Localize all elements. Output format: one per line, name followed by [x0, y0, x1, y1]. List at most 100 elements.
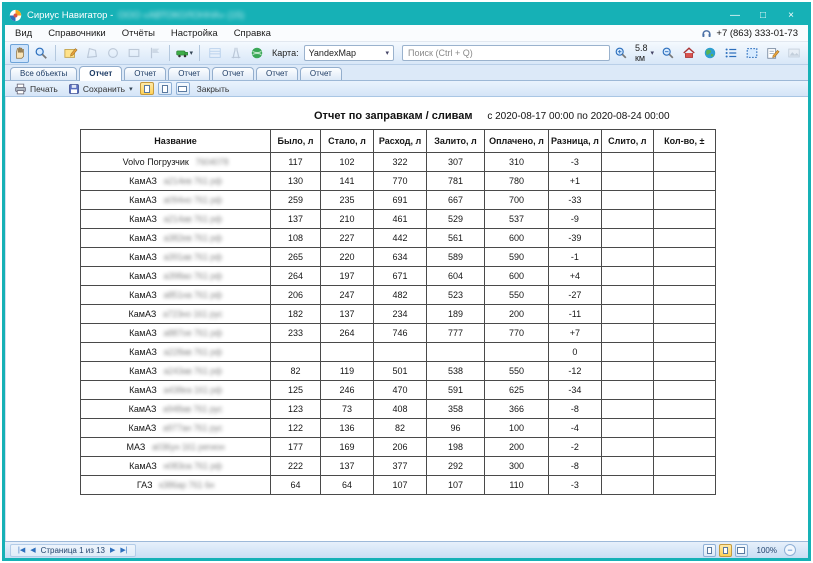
single-page-view-button[interactable] [140, 82, 154, 95]
maximize-button[interactable]: □ [756, 10, 770, 21]
filled-cell: 667 [427, 191, 485, 210]
was-cell: 177 [271, 438, 321, 457]
print-button[interactable]: Печать [11, 82, 61, 96]
menu-bar: Вид Справочники Отчёты Настройка Справка… [5, 25, 808, 42]
tab-report-5[interactable]: Отчет [256, 67, 298, 80]
col-drained: Слито, л [601, 130, 653, 153]
became-cell: 102 [321, 153, 374, 172]
normal-view-icon [707, 547, 712, 554]
consumption-cell: 770 [374, 172, 427, 191]
home-button[interactable] [679, 44, 698, 63]
close-button[interactable]: × [784, 10, 798, 21]
two-page-view-button[interactable] [735, 544, 748, 557]
tab-report-active[interactable]: Отчет [79, 66, 122, 81]
vehicle-plate-redacted: к386ар 761 6н [159, 480, 214, 490]
difference-cell: -12 [549, 362, 602, 381]
table-row: КамАЗ а391ав 761 рф 265 220 634 589 590 … [81, 248, 716, 267]
vehicle-plate-redacted: а851на 761 рф [163, 290, 222, 300]
select-area-button[interactable] [742, 44, 761, 63]
page-navigation: |◀ ◀ Страница 1 из 13 ▶ ▶| [10, 544, 136, 557]
tab-report-2[interactable]: Отчет [124, 67, 166, 80]
single-page-icon [144, 85, 150, 93]
was-cell: 233 [271, 324, 321, 343]
became-cell: 264 [321, 324, 374, 343]
vehicle-name: КамАЗ [129, 385, 157, 395]
draw-circle-button[interactable] [103, 44, 122, 63]
count-cell [653, 457, 715, 476]
was-cell: 122 [271, 419, 321, 438]
tab-report-4[interactable]: Отчет [212, 67, 254, 80]
zoom-out-status-button[interactable]: − [784, 544, 796, 556]
zoom-out-button[interactable] [658, 44, 677, 63]
difference-cell: -3 [549, 476, 602, 495]
map-scale-dropdown[interactable]: 5.8 км ▾ [635, 43, 654, 63]
was-cell [271, 343, 321, 362]
next-page-button[interactable]: ▶ [110, 546, 115, 554]
draw-rectangle-button[interactable] [124, 44, 143, 63]
zoom-in-button[interactable] [612, 44, 631, 63]
col-difference: Разница, л [549, 130, 602, 153]
zoom-tool-button[interactable] [31, 44, 50, 63]
tab-all-objects[interactable]: Все объекты [10, 67, 77, 80]
globe-button[interactable] [700, 44, 719, 63]
paid-cell [485, 343, 549, 362]
was-cell: 182 [271, 305, 321, 324]
difference-cell: +1 [549, 172, 602, 191]
paid-cell: 780 [485, 172, 549, 191]
tab-report-3[interactable]: Отчет [168, 67, 210, 80]
app-window: Сириус Навигатор - ООО «АВТОКОЛОННА» (15… [2, 2, 811, 561]
prev-page-button[interactable]: ◀ [30, 546, 35, 554]
filled-cell: 591 [427, 381, 485, 400]
became-cell: 137 [321, 305, 374, 324]
vehicle-tracking-button[interactable]: ▾ [175, 44, 194, 63]
table-row: КамАЗ а948ав 761 рус 123 73 408 358 366 … [81, 400, 716, 419]
image-button[interactable] [784, 44, 803, 63]
panel-view-button[interactable] [205, 44, 224, 63]
menu-view[interactable]: Вид [15, 28, 32, 39]
services-button[interactable] [247, 44, 266, 63]
menu-settings[interactable]: Настройка [171, 28, 218, 39]
count-cell [653, 191, 715, 210]
menu-directories[interactable]: Справочники [48, 28, 106, 39]
normal-view-button[interactable] [703, 544, 716, 557]
count-cell [653, 210, 715, 229]
search-input[interactable] [402, 45, 610, 61]
page-layout-view-button[interactable] [719, 544, 732, 557]
edit-note-button[interactable] [763, 44, 782, 63]
tab-report-6[interactable]: Отчет [300, 67, 342, 80]
fit-width-view-button[interactable] [176, 82, 190, 95]
menu-help[interactable]: Справка [234, 28, 271, 39]
consumption-cell: 322 [374, 153, 427, 172]
zoom-level: 100% [757, 546, 777, 555]
paid-cell: 600 [485, 229, 549, 248]
pan-hand-button[interactable] [10, 44, 29, 63]
close-report-button[interactable]: Закрыть [194, 83, 233, 95]
consumption-cell: 206 [374, 438, 427, 457]
last-page-button[interactable]: ▶| [120, 546, 127, 554]
menu-reports[interactable]: Отчёты [122, 28, 155, 39]
road-view-button[interactable] [226, 44, 245, 63]
vehicle-name-cell: КамАЗ н083оа 761 рф [81, 457, 271, 476]
dropdown-arrow: ▾ [189, 49, 193, 57]
map-provider-select[interactable]: YandexMap ▾ [304, 45, 394, 61]
was-cell: 123 [271, 400, 321, 419]
difference-cell: -34 [549, 381, 602, 400]
vehicle-name-cell: КамАЗ а382ев 761 рф [81, 229, 271, 248]
headset-icon [701, 28, 712, 39]
vehicle-name: КамАЗ [129, 461, 157, 471]
fit-page-view-button[interactable] [158, 82, 172, 95]
object-list-button[interactable] [721, 44, 740, 63]
became-cell: 136 [321, 419, 374, 438]
vehicle-name-cell: Volvo Погрузчик 7604078 [81, 153, 271, 172]
vehicle-plate-redacted: а391ав 761 рф [163, 252, 221, 262]
consumption-cell: 482 [374, 286, 427, 305]
first-page-button[interactable]: |◀ [18, 546, 25, 554]
edit-map-button[interactable] [61, 44, 80, 63]
save-button[interactable]: Сохранить ▾ [65, 82, 136, 96]
draw-polygon-button[interactable] [82, 44, 101, 63]
draw-flag-button[interactable] [145, 44, 164, 63]
minimize-button[interactable]: — [728, 10, 742, 21]
vehicle-name: КамАЗ [129, 252, 157, 262]
table-header-row: Название Было, л Стало, л Расход, л Зали… [81, 130, 716, 153]
difference-cell: -11 [549, 305, 602, 324]
